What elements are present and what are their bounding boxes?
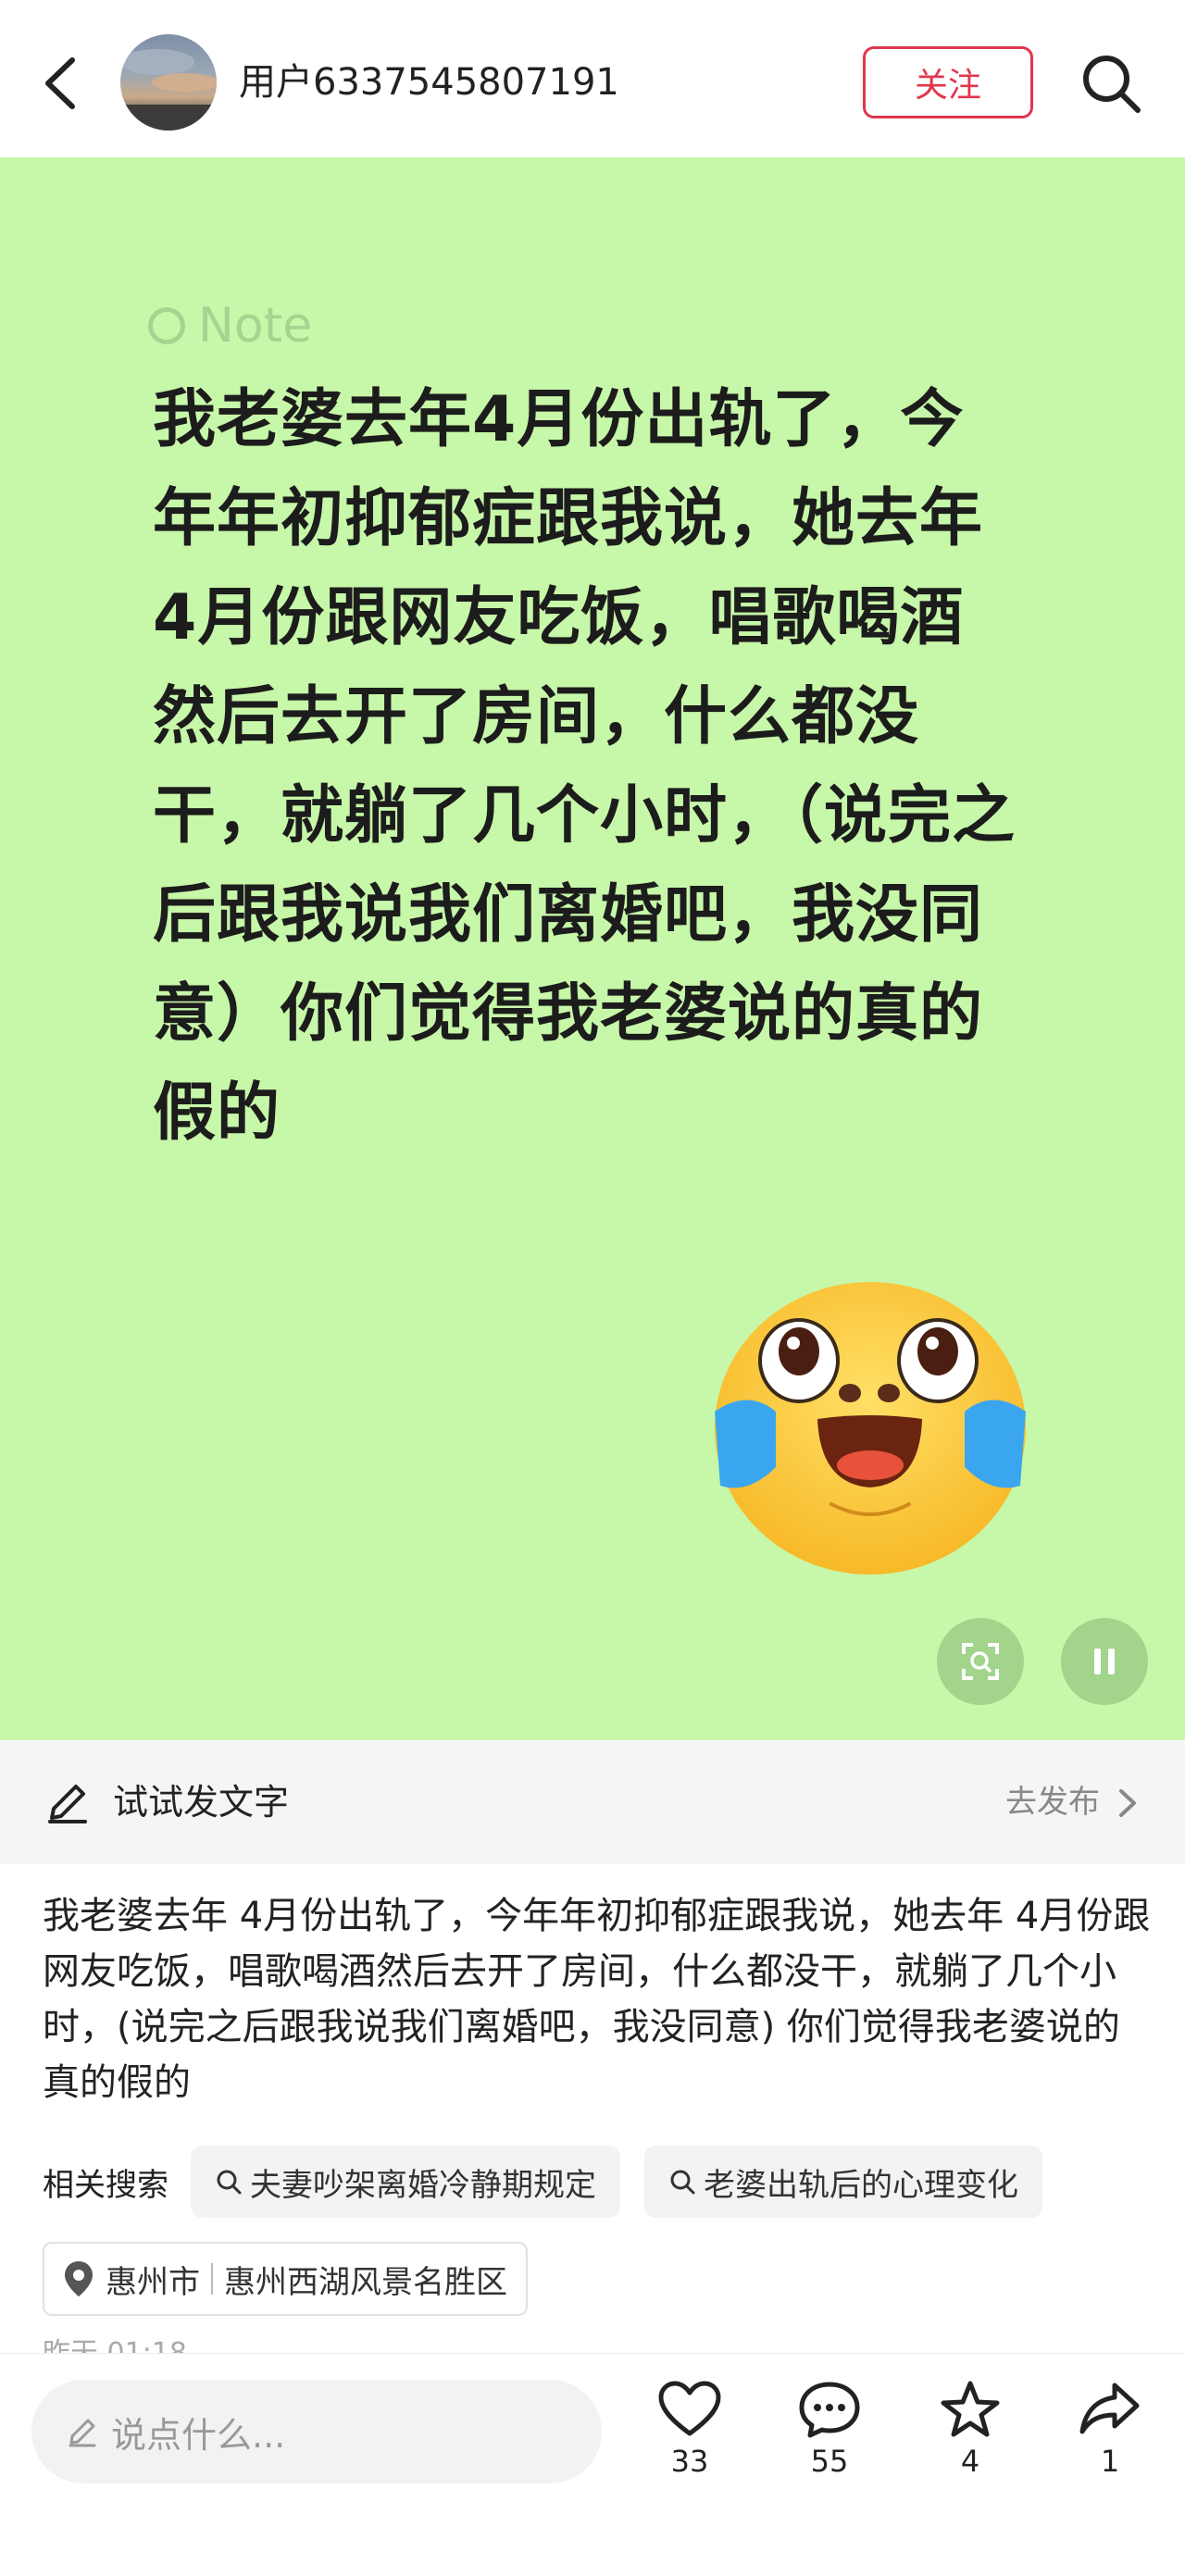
follow-button[interactable]: 关注 — [863, 46, 1033, 118]
star-icon — [941, 2381, 1000, 2437]
note-brand: Note — [148, 298, 312, 354]
location-city: 惠州市 — [106, 2263, 200, 2301]
heart-icon — [658, 2381, 721, 2436]
related-title: 相关搜索 — [43, 2166, 168, 2204]
compose-bar[interactable]: 试试发文字 去发布 — [0, 1740, 1185, 1864]
scan-button[interactable] — [937, 1618, 1024, 1705]
comment-input[interactable]: 说点什么... — [31, 2380, 602, 2483]
share-button[interactable]: 1 — [1059, 2380, 1161, 2480]
scan-icon — [962, 1643, 999, 1680]
related-chip-label: 夫妻吵架离婚冷静期规定 — [250, 2166, 596, 2204]
bottom-action-bar: 说点什么... 33 55 4 1 — [0, 2353, 1185, 2576]
pause-icon — [1094, 1649, 1115, 1674]
back-arrow-icon — [45, 57, 75, 109]
note-ring-icon — [148, 307, 185, 344]
related-chip-label: 老婆出轨后的心理变化 — [704, 2166, 1018, 2204]
chevron-right-icon — [1119, 1789, 1136, 1817]
top-bar: 用户6337545807191 关注 — [0, 0, 1185, 157]
related-searches: 相关搜索 夫妻吵架离婚冷静期规定 老婆出轨后的心理变化 — [43, 2146, 1066, 2218]
search-button[interactable] — [1079, 51, 1145, 118]
back-button[interactable] — [37, 51, 93, 116]
avatar[interactable] — [120, 34, 217, 131]
favorite-count: 4 — [960, 2444, 980, 2479]
search-icon — [217, 2170, 242, 2195]
comment-count: 55 — [810, 2444, 849, 2479]
note-card[interactable]: Note 我老婆去年4月份出轨了，今年年初抑郁症跟我说，她去年4月份跟网友吃饭，… — [0, 157, 1185, 1740]
note-brand-label: Note — [198, 298, 313, 354]
location-tag[interactable]: 惠州市 惠州西湖风景名胜区 — [43, 2242, 528, 2316]
comment-icon — [799, 2382, 860, 2438]
like-button[interactable]: 33 — [639, 2380, 741, 2480]
post-description: 我老婆去年 4月份出轨了，今年年初抑郁症跟我说，她去年 4月份跟网友吃饭，唱歌喝… — [43, 1895, 1151, 2104]
search-icon — [1083, 56, 1141, 113]
favorite-button[interactable]: 4 — [919, 2380, 1021, 2480]
comment-placeholder: 说点什么... — [111, 2414, 286, 2456]
like-count: 33 — [670, 2444, 709, 2479]
pen-icon — [48, 1785, 87, 1823]
location-pin-icon — [65, 2261, 93, 2296]
related-chip[interactable]: 夫妻吵架离婚冷静期规定 — [191, 2146, 620, 2218]
compose-label: 试试发文字 — [113, 1782, 290, 1823]
pause-button[interactable] — [1061, 1618, 1148, 1705]
search-icon — [670, 2170, 695, 2195]
location-divider — [211, 2263, 213, 2295]
share-count: 1 — [1100, 2444, 1120, 2479]
comment-button[interactable]: 55 — [779, 2380, 880, 2480]
crying-face-emoji — [715, 1282, 1026, 1574]
pen-icon — [69, 2419, 96, 2447]
share-icon — [1079, 2383, 1140, 2434]
note-text: 我老婆去年4月份出轨了，今年年初抑郁症跟我说，她去年4月份跟网友吃饭，唱歌喝酒然… — [153, 383, 1017, 1150]
location-place: 惠州西湖风景名胜区 — [224, 2263, 507, 2301]
publish-link[interactable]: 去发布 — [1005, 1781, 1100, 1823]
related-chip[interactable]: 老婆出轨后的心理变化 — [644, 2146, 1042, 2218]
username[interactable]: 用户6337545807191 — [239, 57, 619, 107]
